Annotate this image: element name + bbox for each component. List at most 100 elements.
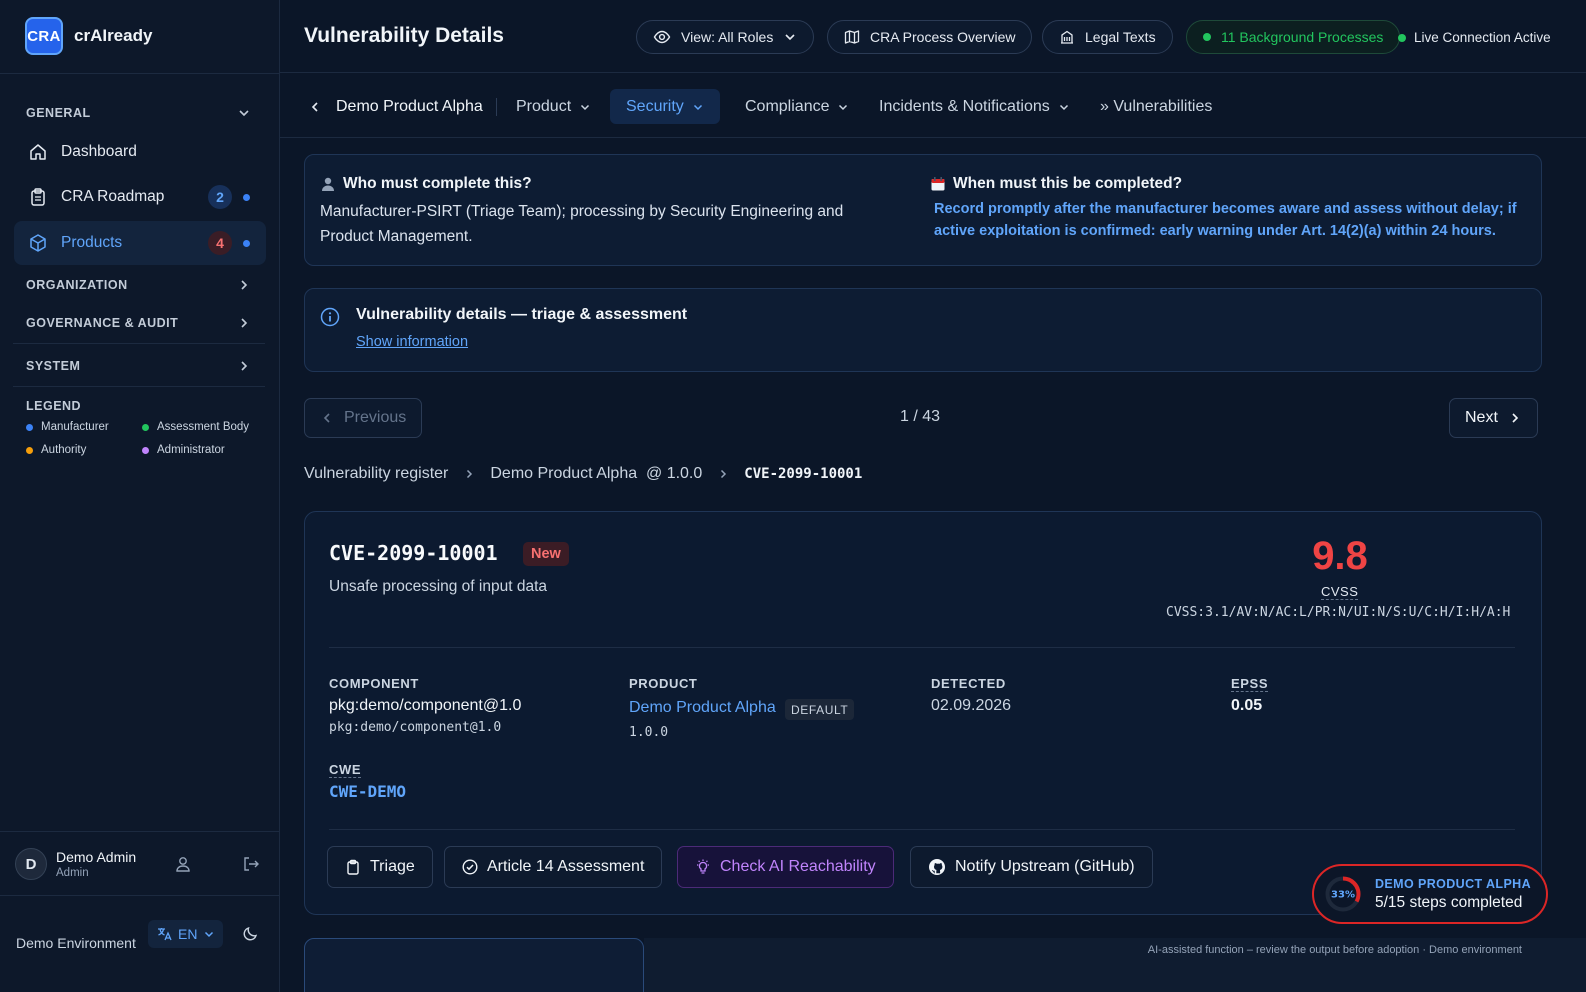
tab-compliance[interactable]: Compliance <box>745 89 849 124</box>
cvss-score: 9.8 <box>1312 534 1368 578</box>
user-profile[interactable]: D Demo Admin Admin <box>15 848 136 880</box>
product-progress-widget[interactable]: 33% DEMO PRODUCT ALPHA 5/15 steps comple… <box>1312 864 1548 924</box>
card-divider <box>329 647 1515 648</box>
sidebar-item-label: Products <box>61 234 123 251</box>
section-system[interactable]: SYSTEM <box>26 359 251 373</box>
component-label: COMPONENT <box>329 676 419 691</box>
status-badge: New <box>523 542 569 566</box>
sidebar-item-products[interactable]: Products 4 <box>14 221 266 265</box>
article-14-label: Article 14 Assessment <box>487 858 645 875</box>
chevron-down-icon <box>693 104 702 110</box>
tab-incidents-notifications[interactable]: Incidents & Notifications <box>879 89 1070 124</box>
product-label: PRODUCT <box>629 676 698 691</box>
sidebar-item-cra-roadmap[interactable]: CRA Roadmap 2 <box>14 175 266 219</box>
chevron-down-icon <box>581 104 590 110</box>
triage-button[interactable]: Triage <box>327 846 433 888</box>
product-version: 1.0.0 <box>629 725 669 740</box>
translate-icon <box>158 928 172 941</box>
theme-toggle[interactable] <box>238 920 264 946</box>
chevron-left-icon <box>311 101 318 112</box>
product-name: Demo Product Alpha <box>336 97 483 115</box>
back-to-product[interactable]: Demo Product Alpha <box>308 89 483 124</box>
progress-steps: 5/15 steps completed <box>1375 893 1523 911</box>
next-button[interactable]: Next <box>1449 398 1538 438</box>
page-current: 1 <box>900 408 909 425</box>
sidebar-divider <box>13 386 265 387</box>
chevron-right-icon <box>241 280 248 290</box>
chevron-right-icon <box>1512 413 1519 423</box>
chevron-down-icon <box>1059 104 1068 110</box>
cwe-link[interactable]: CWE-DEMO <box>329 782 406 801</box>
brand[interactable]: CRA crAIready <box>25 17 152 55</box>
legend-item-administrator: Administrator <box>142 444 225 456</box>
breadcrumb: Vulnerability register Demo Product Alph… <box>304 465 862 483</box>
background-processes-label: 11 Background Processes <box>1221 29 1384 45</box>
breadcrumb-register[interactable]: Vulnerability register <box>304 465 448 483</box>
tab-label: » Vulnerabilities <box>1100 97 1213 115</box>
legal-texts-button[interactable]: Legal Texts <box>1042 20 1173 54</box>
status-dot <box>243 239 250 247</box>
previous-label: Previous <box>344 409 407 426</box>
avatar: D <box>15 848 47 880</box>
moon-icon <box>243 926 258 941</box>
top-bar: Vulnerability Details View: All Roles CR… <box>280 0 1586 73</box>
live-connection-label: Live Connection Active <box>1414 30 1551 45</box>
when-heading: When must this be completed? <box>930 175 1182 193</box>
background-processes-button[interactable]: 11 Background Processes <box>1186 20 1401 54</box>
language-label: EN <box>178 926 198 942</box>
product-subnav: Demo Product Alpha Product Security Comp… <box>280 73 1586 138</box>
who-title: Who must complete this? <box>343 175 532 192</box>
section-organization[interactable]: ORGANIZATION <box>26 278 251 292</box>
section-general[interactable]: GENERAL <box>26 106 251 120</box>
live-connection-status: Live Connection Active <box>1398 30 1551 45</box>
page-title: Vulnerability Details <box>304 24 504 47</box>
sidebar-item-dashboard[interactable]: Dashboard <box>14 130 266 174</box>
github-icon <box>929 859 945 875</box>
tab-product[interactable]: Product <box>516 89 591 124</box>
show-information-link[interactable]: Show information <box>356 334 468 350</box>
profile-button[interactable] <box>170 851 196 877</box>
section-organization-label: ORGANIZATION <box>26 278 128 292</box>
vulnerability-description: Unsafe processing of input data <box>329 578 547 595</box>
next-label: Next <box>1465 409 1498 426</box>
user-icon <box>176 857 190 872</box>
sidebar-divider <box>0 73 280 74</box>
chevron-down-icon <box>839 104 848 110</box>
notify-upstream-button[interactable]: Notify Upstream (GitHub) <box>910 846 1153 888</box>
sidebar-divider <box>0 895 280 896</box>
language-selector[interactable]: EN <box>148 920 224 948</box>
legend-label: Manufacturer <box>41 421 109 433</box>
cwe-label: CWE <box>329 762 362 778</box>
previous-button[interactable]: Previous <box>304 398 423 438</box>
clipboard-icon <box>31 188 45 206</box>
progress-ring: 33% <box>1325 876 1361 912</box>
notify-upstream-label: Notify Upstream (GitHub) <box>955 858 1135 875</box>
legend-label: Administrator <box>157 444 225 456</box>
legend-label: Authority <box>41 444 87 456</box>
view-roles-dropdown[interactable]: View: All Roles <box>636 20 815 54</box>
legend-item-assessment-body: Assessment Body <box>142 421 249 433</box>
breadcrumb-product[interactable]: Demo Product Alpha @ 1.0.0 <box>490 465 702 483</box>
legal-texts-label: Legal Texts <box>1085 29 1156 45</box>
lightbulb-icon <box>697 859 709 874</box>
brand-name: crAIready <box>74 26 153 45</box>
page-total: 43 <box>922 408 941 425</box>
subnav-divider <box>496 98 497 116</box>
sidebar-divider <box>0 831 280 832</box>
tab-security[interactable]: Security <box>610 89 720 124</box>
tab-label: Product <box>516 97 572 115</box>
article-14-assessment-button[interactable]: Article 14 Assessment <box>444 846 663 888</box>
cra-process-label: CRA Process Overview <box>870 29 1016 45</box>
sidebar-item-label: CRA Roadmap <box>61 188 165 205</box>
view-roles-label: View: All Roles <box>681 29 774 45</box>
check-ai-reachability-button[interactable]: Check AI Reachability <box>677 846 894 888</box>
section-governance-audit[interactable]: GOVERNANCE & AUDIT <box>26 316 251 330</box>
chevron-right-icon <box>467 469 473 479</box>
tab-vulnerabilities[interactable]: » Vulnerabilities <box>1100 89 1212 124</box>
chevron-right-icon <box>241 361 248 371</box>
cra-process-overview-button[interactable]: CRA Process Overview <box>827 20 1033 54</box>
logout-button[interactable] <box>238 851 264 877</box>
product-link[interactable]: Demo Product Alpha <box>629 699 776 717</box>
page-separator: / <box>913 408 923 425</box>
epss-value: 0.05 <box>1231 697 1263 714</box>
